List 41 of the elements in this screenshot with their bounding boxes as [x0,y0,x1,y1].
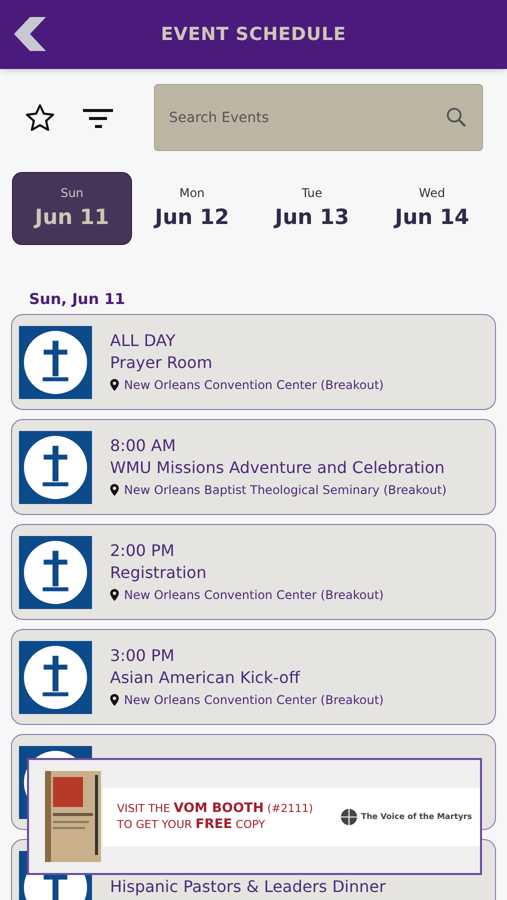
event-location: New Orleans Convention Center (Breakout) [124,377,384,394]
location-pin-icon [110,379,119,391]
event-time: ALL DAY [110,330,176,352]
location-pin-icon [110,694,119,706]
day-tab[interactable]: Wed Jun 14 [372,172,492,245]
ad-logo-text: The Voice of the Martyrs [361,810,472,822]
event-card[interactable]: 2:00 PM Registration New Orleans Convention Center (Breakout) [11,524,496,620]
ad-toast[interactable]: VISIT THE VOM BOOTH (#2111) TO GET YOUR FREE COPY The Voice of the Martyrs [27,758,482,875]
location-pin-icon [110,589,119,601]
event-location: New Orleans Convention Center (Breakout) [124,692,384,709]
event-location: New Orleans Baptist Theological Seminary (Breakout) [124,482,447,499]
event-time: 2:00 PM [110,540,176,562]
search-field[interactable]: Search Events [154,84,483,151]
ad-text: TO GET YOUR FREE COPY [117,816,266,832]
globe-logo-icon [340,808,358,826]
event-card[interactable]: 3:00 PM Asian American Kick-off New Orleans Convention Center (Breakout) [11,629,496,725]
cross-icon [19,326,92,398]
day-tab[interactable]: Sun Jun 11 [12,172,132,245]
location-pin-icon [110,484,119,496]
cross-icon [19,640,92,714]
day-tab[interactable]: Tue Jun 13 [252,172,372,245]
event-card[interactable]: 8:00 AM WMU Missions Adventure and Celebration New Orleans Baptist Theological Seminary (Breakout) [11,419,496,515]
event-title: Asian American Kick-off [110,667,302,689]
favorites-star-icon[interactable] [24,102,56,134]
window-title: EVENT SCHEDULE [160,23,346,47]
ad-text: VISIT THE VOM BOOTH (#2111) [117,800,314,816]
day-tab[interactable]: Mon Jun 12 [132,172,252,245]
back-button[interactable] [14,17,46,51]
event-time: 8:00 AM [110,435,177,457]
event-location: New Orleans Convention Center (Breakout) [124,587,384,604]
event-title: Hispanic Pastors & Leaders Dinner [110,876,386,898]
cross-icon [19,430,92,504]
event-title: Prayer Room [110,352,214,374]
section-heading: Sun, Jun 11 [29,290,126,308]
event-time: 3:00 PM [110,645,176,667]
back-chevron-icon [14,17,46,51]
search-icon [445,106,467,128]
event-title: WMU Missions Adventure and Celebration [110,457,446,479]
event-card[interactable]: ALL DAY Prayer Room New Orleans Convention Center (Breakout) [11,314,496,410]
event-title: Registration [110,562,208,584]
cross-icon [19,536,92,608]
